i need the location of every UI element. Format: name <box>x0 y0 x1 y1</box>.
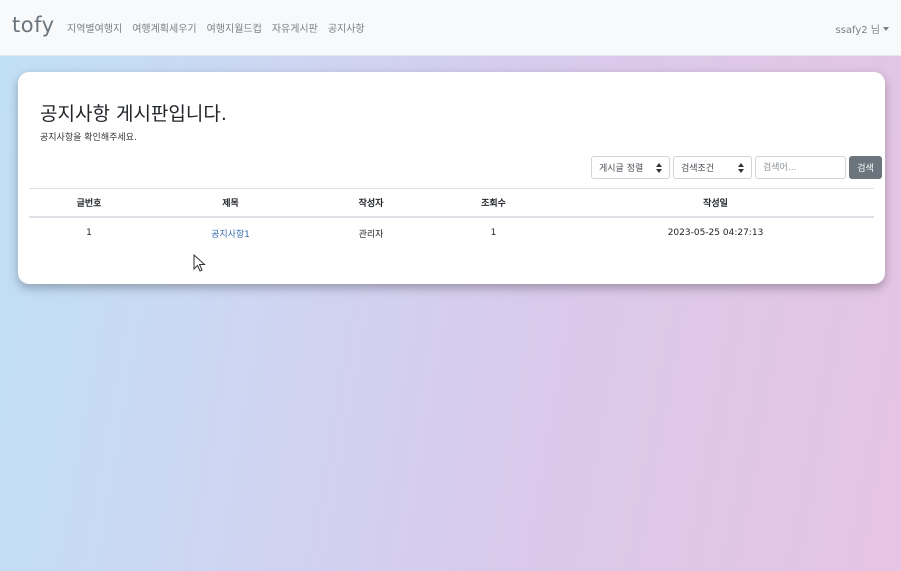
notice-title-link[interactable]: 공지사항1 <box>211 230 250 240</box>
cell-title: 공지사항1 <box>149 227 312 240</box>
nav-link-trip-planning[interactable]: 여행계획세우기 <box>132 20 196 35</box>
notice-board-card: 공지사항 게시판입니다. 공지사항을 확인해주세요. 게시글 정렬 검색조건 검… <box>18 72 885 284</box>
page-subtitle: 공지사항을 확인해주세요. <box>40 133 137 143</box>
cell-views: 1 <box>490 228 497 238</box>
cell-date: 2023-05-25 04:27:13 <box>667 228 764 238</box>
header-date: 작성일 <box>703 199 728 209</box>
table-header: 글번호 제목 작성자 조회수 작성일 <box>29 188 874 218</box>
sort-arrows-icon <box>738 163 744 173</box>
header-author: 작성자 <box>358 199 384 209</box>
cell-no: 1 <box>86 228 92 238</box>
search-button[interactable]: 검색 <box>849 156 882 179</box>
nav-links: 지역별여행지 여행계획세우기 여행지월드컵 자유게시판 공지사항 <box>67 20 375 35</box>
caret-down-icon <box>883 26 889 31</box>
sort-select[interactable]: 게시글 정렬 <box>591 156 670 179</box>
cell-author: 관리자 <box>358 229 384 240</box>
navbar: tofy 지역별여행지 여행계획세우기 여행지월드컵 자유게시판 공지사항 ss… <box>0 0 901 56</box>
nav-link-notices[interactable]: 공지사항 <box>328 20 365 35</box>
notice-table: 글번호 제목 작성자 조회수 작성일 1 공지사항1 관리자 1 2023-05… <box>29 188 874 248</box>
brand-logo[interactable]: tofy <box>12 13 55 37</box>
header-title: 제목 <box>222 199 239 209</box>
search-input[interactable] <box>755 156 846 179</box>
user-name: ssafy2 님 <box>835 25 880 36</box>
table-row: 1 공지사항1 관리자 1 2023-05-25 04:27:13 <box>29 218 874 248</box>
search-controls: 게시글 정렬 검색조건 검색 <box>591 156 882 179</box>
sort-select-value: 게시글 정렬 <box>599 164 644 174</box>
header-no: 글번호 <box>76 199 102 209</box>
nav-link-regional-destinations[interactable]: 지역별여행지 <box>67 20 122 35</box>
sort-arrows-icon <box>656 163 662 173</box>
nav-link-free-board[interactable]: 자유게시판 <box>272 20 318 35</box>
page-title: 공지사항 게시판입니다. <box>40 103 227 125</box>
header-views: 조회수 <box>481 199 506 209</box>
search-condition-value: 검색조건 <box>681 164 715 174</box>
mouse-cursor-icon <box>193 254 206 272</box>
search-condition-select[interactable]: 검색조건 <box>673 156 752 179</box>
nav-link-destination-worldcup[interactable]: 여행지월드컵 <box>207 20 262 35</box>
user-dropdown[interactable]: ssafy2 님 <box>835 21 889 36</box>
